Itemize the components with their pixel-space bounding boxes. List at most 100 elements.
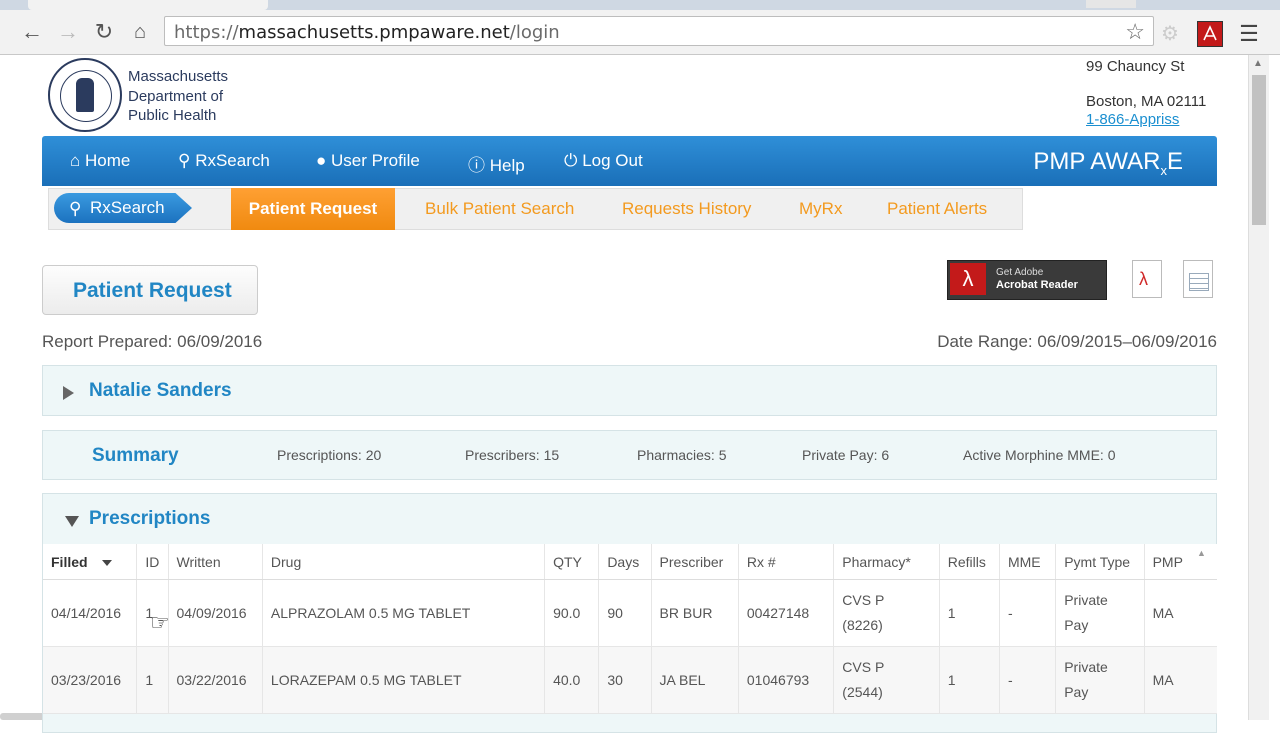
cell-filled: 03/23/2016 bbox=[43, 646, 138, 714]
cell-id[interactable]: 1 bbox=[136, 646, 169, 714]
help-icon: ⓘ bbox=[468, 156, 485, 175]
col-rx-number[interactable]: Rx # bbox=[738, 544, 835, 580]
reload-icon[interactable]: ↻ bbox=[90, 18, 118, 46]
menu-icon[interactable]: ☰ bbox=[1237, 21, 1261, 46]
tab-patient-alerts[interactable]: Patient Alerts bbox=[887, 199, 987, 219]
acrobat-line2: Acrobat Reader bbox=[996, 279, 1078, 291]
cell-pharmacy[interactable]: CVS P (8226) bbox=[833, 579, 940, 647]
tab-bulk-patient-search[interactable]: Bulk Patient Search bbox=[425, 199, 574, 219]
hand-cursor-icon: ☞ bbox=[150, 610, 170, 635]
url-text: https://massachusetts.pmpaware.net/login bbox=[174, 22, 560, 43]
nav-logout-label: Log Out bbox=[582, 151, 643, 170]
cell-written: 03/22/2016 bbox=[168, 646, 263, 714]
back-icon[interactable]: ← bbox=[18, 18, 46, 46]
col-refills[interactable]: Refills bbox=[939, 544, 1000, 580]
phone-link[interactable]: 1-866-Appriss bbox=[1086, 111, 1179, 128]
nav-user-profile[interactable]: ● User Profile bbox=[316, 151, 420, 171]
tab-requests-history[interactable]: Requests History bbox=[622, 199, 751, 219]
nav-logout[interactable]: ⏻ Log Out bbox=[564, 151, 643, 171]
table-scroll-up-icon[interactable]: ▲ bbox=[1197, 548, 1206, 558]
dept-line: Public Health bbox=[128, 107, 217, 124]
cell-payment-type: Private Pay bbox=[1055, 579, 1145, 647]
patient-name[interactable]: Natalie Sanders bbox=[89, 380, 232, 402]
tab-patient-request[interactable]: Patient Request bbox=[231, 188, 395, 230]
cell-prescriber[interactable]: BR BUR bbox=[651, 579, 739, 647]
nav-help[interactable]: ⓘ Help bbox=[468, 151, 525, 176]
acrobat-line1: Get Adobe bbox=[996, 267, 1044, 278]
active-mme: Active Morphine MME: 0 bbox=[963, 447, 1116, 463]
address-bar[interactable]: https://massachusetts.pmpaware.net/login… bbox=[164, 16, 1154, 46]
rxsearch-breadcrumb-pill[interactable]: ⚲ RxSearch bbox=[54, 193, 192, 223]
forward-icon[interactable]: → bbox=[54, 18, 82, 46]
cell-drug: LORAZEPAM 0.5 MG TABLET bbox=[262, 646, 546, 714]
cell-pmp: MA bbox=[1144, 579, 1217, 647]
pdf-export-icon[interactable]: λ bbox=[1132, 260, 1162, 298]
cell-refills: 1 bbox=[939, 579, 1000, 647]
cell-days: 30 bbox=[598, 646, 652, 714]
page-title: Patient Request bbox=[73, 279, 232, 302]
scroll-up-arrow-icon[interactable]: ▲ bbox=[1253, 58, 1263, 69]
prescriptions-table: Filled ID Written Drug QTY Days Prescrib… bbox=[43, 544, 1217, 714]
get-acrobat-reader-button[interactable]: λ Get Adobe Acrobat Reader bbox=[947, 260, 1107, 300]
table-row[interactable]: 03/23/2016 1 03/22/2016 LORAZEPAM 0.5 MG… bbox=[43, 646, 1217, 714]
spreadsheet-export-icon[interactable] bbox=[1183, 260, 1213, 298]
col-pmp[interactable]: PMP bbox=[1144, 544, 1217, 580]
pmp-aware-brand: PMP AWARxE bbox=[1033, 148, 1183, 178]
cell-prescriber[interactable]: JA BEL bbox=[651, 646, 739, 714]
browser-tab-strip bbox=[0, 0, 1280, 10]
cell-qty: 90.0 bbox=[544, 579, 600, 647]
collapse-arrow-icon[interactable] bbox=[65, 516, 79, 527]
col-filled[interactable]: Filled bbox=[43, 544, 138, 580]
tab-myrx[interactable]: MyRx bbox=[799, 199, 842, 219]
cell-mme: - bbox=[999, 579, 1057, 647]
nav-rxsearch[interactable]: ⚲ RxSearch bbox=[178, 151, 270, 171]
report-prepared-date: Report Prepared: 06/09/2016 bbox=[42, 332, 263, 351]
browser-tab-inactive[interactable] bbox=[1086, 0, 1136, 8]
cell-pharmacy[interactable]: CVS P (2544) bbox=[833, 646, 940, 714]
patient-panel[interactable]: Natalie Sanders bbox=[42, 365, 1217, 416]
prescriptions-title[interactable]: Prescriptions bbox=[89, 508, 210, 530]
expand-arrow-icon[interactable] bbox=[63, 386, 74, 400]
bookmark-star-icon[interactable]: ☆ bbox=[1125, 19, 1145, 45]
scrollbar-thumb[interactable] bbox=[1252, 75, 1266, 225]
department-name: Massachusetts Department of Public Healt… bbox=[128, 67, 228, 126]
col-days[interactable]: Days bbox=[598, 544, 652, 580]
cell-payment-type: Private Pay bbox=[1055, 646, 1145, 714]
cell-pmp: MA bbox=[1144, 646, 1217, 714]
cell-rx-number: 01046793 bbox=[738, 646, 835, 714]
col-written[interactable]: Written bbox=[168, 544, 263, 580]
gear-icon[interactable]: ⚙ bbox=[1158, 21, 1182, 45]
acrobat-extension-icon[interactable] bbox=[1197, 21, 1223, 47]
nav-home-label: Home bbox=[85, 151, 131, 170]
cell-mme: - bbox=[999, 646, 1057, 714]
nav-home[interactable]: ⌂ Home bbox=[70, 151, 130, 171]
col-payment-type[interactable]: Pymt Type bbox=[1055, 544, 1145, 580]
home-icon[interactable]: ⌂ bbox=[126, 18, 154, 46]
browser-tab[interactable] bbox=[28, 0, 268, 10]
cell-qty: 40.0 bbox=[544, 646, 600, 714]
acrobat-logo-icon: λ bbox=[950, 263, 986, 295]
address-city: Boston, MA 02111 bbox=[1086, 93, 1207, 110]
cell-days: 90 bbox=[598, 579, 652, 647]
search-icon: ⚲ bbox=[69, 199, 82, 218]
summary-panel: Summary Prescriptions: 20 Prescribers: 1… bbox=[42, 430, 1217, 480]
prescribers-count: Prescribers: 15 bbox=[465, 447, 560, 463]
table-row[interactable]: 04/14/2016 1 04/09/2016 ALPRAZOLAM 0.5 M… bbox=[43, 579, 1217, 647]
cell-written: 04/09/2016 bbox=[168, 579, 263, 647]
user-icon: ● bbox=[316, 151, 327, 170]
cell-refills: 1 bbox=[939, 646, 1000, 714]
col-mme[interactable]: MME bbox=[999, 544, 1057, 580]
dept-line: Department of bbox=[128, 87, 224, 105]
date-range: Date Range: 06/09/2015–06/09/2016 bbox=[937, 332, 1217, 351]
table-header-row: Filled ID Written Drug QTY Days Prescrib… bbox=[43, 544, 1217, 580]
col-qty[interactable]: QTY bbox=[544, 544, 600, 580]
col-pharmacy[interactable]: Pharmacy* bbox=[833, 544, 940, 580]
cell-rx-number: 00427148 bbox=[738, 579, 835, 647]
col-prescriber[interactable]: Prescriber bbox=[651, 544, 739, 580]
private-pay-count: Private Pay: 6 bbox=[802, 447, 890, 463]
patient-request-back-button[interactable]: Patient Request bbox=[42, 265, 258, 315]
col-id[interactable]: ID bbox=[136, 544, 169, 580]
cell-filled: 04/14/2016 bbox=[43, 579, 138, 647]
main-navbar: ⌂ Home ⚲ RxSearch ● User Profile ⓘ Help … bbox=[42, 136, 1217, 186]
col-drug[interactable]: Drug bbox=[262, 544, 546, 580]
